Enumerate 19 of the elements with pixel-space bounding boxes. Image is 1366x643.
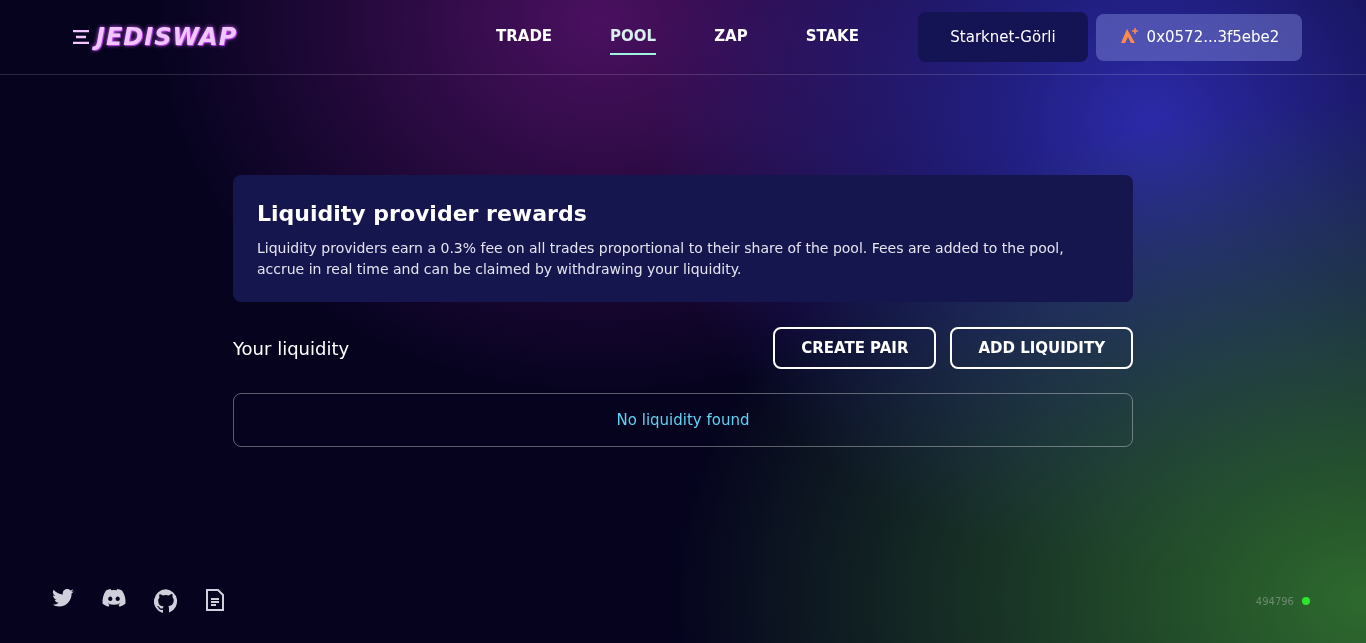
document-icon[interactable] <box>206 589 224 611</box>
menu-icon <box>72 30 90 44</box>
status-dot <box>1302 597 1310 605</box>
github-icon[interactable] <box>154 589 178 613</box>
twitter-icon[interactable] <box>52 589 74 607</box>
action-button[interactable]: CREATE PAIR <box>773 327 937 369</box>
nav-tab[interactable]: POOL <box>610 19 657 55</box>
card-title: Liquidity provider rewards <box>257 201 588 226</box>
empty-message: No liquidity found <box>233 393 1133 447</box>
card-description: Liquidity providers earn a 0.3% fee on all trades proportional to their share of the pool. Fees are added to the pool, accrue in real time and can be claimed by withdrawing your liquidity. <box>257 239 1065 279</box>
network-button[interactable]: Starknet-Görli <box>918 12 1088 62</box>
block-number: 494796 <box>1255 595 1294 607</box>
nav-tab[interactable]: STAKE <box>805 19 859 55</box>
nav-tab[interactable]: ZAP <box>714 19 748 55</box>
action-button[interactable]: ADD LIQUIDITY <box>950 327 1133 369</box>
wallet-button[interactable]: 0x0572...3f5ebe2 <box>1096 13 1302 61</box>
nav-tab[interactable]: TRADE <box>496 19 553 55</box>
section-heading: Your liquidity <box>233 337 350 359</box>
discord-icon[interactable] <box>102 589 126 607</box>
